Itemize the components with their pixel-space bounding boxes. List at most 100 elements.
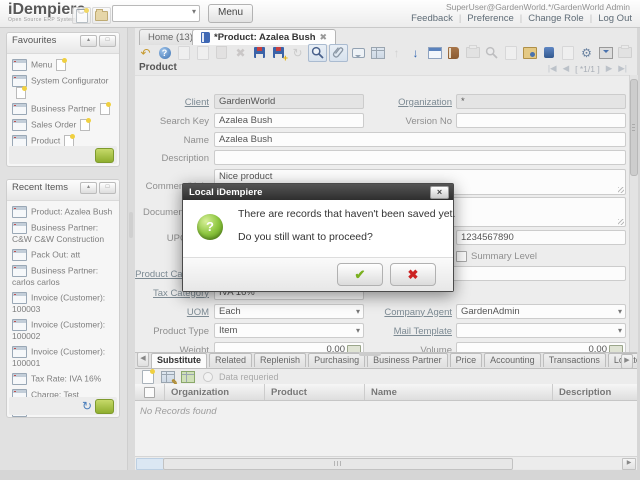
new-record-icon[interactable] xyxy=(16,87,26,99)
uom-label[interactable]: UOM xyxy=(137,306,209,318)
scrollbar-thumb[interactable] xyxy=(163,458,513,470)
scrollbar-thumb[interactable] xyxy=(630,79,638,176)
favourite-item[interactable]: Sales Order xyxy=(9,117,117,133)
detach-panel-icon[interactable]: □ xyxy=(99,182,116,194)
clear-recent-icon[interactable] xyxy=(95,399,114,414)
company-agent-label[interactable]: Company Agent xyxy=(372,306,452,318)
header-link[interactable]: Log Out xyxy=(598,13,632,24)
detail-tab[interactable]: Related xyxy=(209,353,252,367)
recent-item[interactable]: Invoice (Customer): 100002 xyxy=(9,317,117,344)
save-create-icon[interactable]: + xyxy=(270,45,287,61)
detail-tab[interactable]: Transactions xyxy=(543,353,606,367)
chevron-down-icon[interactable]: ▾ xyxy=(356,307,360,317)
search-key-field[interactable]: Azalea Bush xyxy=(214,113,364,128)
company-agent-dropdown[interactable]: GardenAdmin▾ xyxy=(456,304,626,319)
mail-template-dropdown[interactable]: ▾ xyxy=(456,323,626,338)
dialog-close-button[interactable]: × xyxy=(430,186,449,199)
recent-item[interactable]: Tax Rate: IVA 16% xyxy=(9,371,117,387)
recent-item[interactable]: Business Partner: C&W C&W Construction xyxy=(9,220,117,247)
scroll-tabs-right-icon[interactable]: ▶ xyxy=(621,354,633,369)
header-link[interactable]: Change Role xyxy=(528,13,583,24)
cancel-button[interactable]: ✖ xyxy=(390,263,436,286)
new-record-icon[interactable] xyxy=(100,103,110,115)
collapse-panel-icon[interactable]: ▴ xyxy=(80,182,97,194)
report-icon[interactable] xyxy=(445,45,462,61)
scroll-tabs-left-icon[interactable]: ◀ xyxy=(137,352,149,367)
calculator-icon[interactable] xyxy=(347,345,361,352)
delete-favourite-icon[interactable] xyxy=(95,148,114,163)
detail-tab[interactable]: Purchasing xyxy=(308,353,365,367)
new-row-icon[interactable] xyxy=(139,369,156,385)
find-icon[interactable] xyxy=(308,44,327,62)
recent-item[interactable]: Business Partner: carlos carlos xyxy=(9,263,117,290)
undo-icon[interactable]: ↶ xyxy=(137,45,154,61)
tab-product[interactable]: *Product: Azalea Bush ✖ xyxy=(192,29,336,45)
help-icon[interactable]: ? xyxy=(156,45,173,61)
recent-item[interactable]: Pack Out: att xyxy=(9,247,117,263)
resize-handle-icon[interactable] xyxy=(618,219,624,225)
product-type-dropdown[interactable]: Item▾ xyxy=(214,323,364,338)
chat-icon[interactable] xyxy=(350,45,367,61)
detail-tab[interactable]: Price xyxy=(450,353,483,367)
header-link[interactable]: Feedback xyxy=(411,13,453,24)
resize-handle-icon[interactable] xyxy=(618,187,624,193)
chevron-down-icon[interactable]: ▾ xyxy=(618,326,622,336)
calculator-icon[interactable] xyxy=(609,345,623,352)
product-info-icon[interactable] xyxy=(540,45,557,61)
table-horizontal-scrollbar[interactable]: ▶ xyxy=(135,456,637,469)
splitter-grip[interactable] xyxy=(129,212,133,238)
export-icon[interactable] xyxy=(521,45,538,61)
form-scrollbar[interactable] xyxy=(629,75,638,352)
name-field[interactable]: Azalea Bush xyxy=(214,132,626,147)
version-no-field[interactable] xyxy=(456,113,626,128)
weight-field[interactable]: 0.00 xyxy=(214,342,364,352)
summary-level-checkbox[interactable] xyxy=(456,251,467,262)
open-window-icon[interactable] xyxy=(92,7,111,24)
scroll-right-icon[interactable]: ▶ xyxy=(622,458,636,470)
detail-tab[interactable]: Substitute xyxy=(151,353,207,368)
confirm-button[interactable]: ✔ xyxy=(337,263,383,286)
menu-button[interactable]: Menu xyxy=(208,4,253,23)
detail-tab[interactable]: Accounting xyxy=(484,353,541,367)
column-header[interactable]: Description xyxy=(553,384,637,400)
collapse-panel-icon[interactable]: ▴ xyxy=(80,35,97,47)
column-header[interactable]: Name xyxy=(365,384,553,400)
volume-field[interactable]: 0.00 xyxy=(456,342,626,352)
mail-template-label[interactable]: Mail Template xyxy=(372,325,452,337)
chevron-down-icon[interactable]: ▾ xyxy=(618,307,622,317)
detail-splitter-grip[interactable] xyxy=(359,352,381,356)
detach-panel-icon[interactable]: □ xyxy=(99,35,116,47)
process-icon[interactable]: ⚙ xyxy=(578,45,595,61)
customize-grid-icon[interactable] xyxy=(179,369,196,385)
column-header[interactable]: Product xyxy=(265,384,365,400)
new-window-icon[interactable] xyxy=(72,7,91,24)
chevron-down-icon[interactable]: ▾ xyxy=(192,7,196,16)
favourite-item[interactable]: Menu xyxy=(9,57,117,73)
column-header[interactable]: Organization xyxy=(165,384,265,400)
edit-table-icon[interactable]: ✎ xyxy=(159,369,176,385)
new-record-icon[interactable] xyxy=(80,119,90,131)
detail-record-icon[interactable]: ↓ xyxy=(407,45,424,61)
select-all-checkbox[interactable] xyxy=(144,387,155,398)
window-search-combobox[interactable]: ▾ xyxy=(112,5,200,22)
recent-item[interactable]: Invoice (Customer): 100001 xyxy=(9,344,117,371)
organization-label[interactable]: Organization xyxy=(372,96,452,108)
client-label[interactable]: Client xyxy=(137,96,209,108)
form-icon[interactable] xyxy=(426,45,443,61)
detail-tab[interactable]: Replenish xyxy=(254,353,306,367)
description-field[interactable] xyxy=(214,150,626,165)
favourite-item[interactable]: System Configurator xyxy=(9,73,117,101)
uom-dropdown[interactable]: Each▾ xyxy=(214,304,364,319)
refresh-icon[interactable]: ↻ xyxy=(82,400,92,412)
new-record-icon[interactable] xyxy=(56,59,66,71)
sku-field[interactable]: 1234567890 xyxy=(456,230,626,245)
grid-toggle-icon[interactable] xyxy=(369,45,386,61)
recent-item[interactable]: Product: Azalea Bush xyxy=(9,204,117,220)
dialog-titlebar[interactable]: Local iDempiere × xyxy=(183,184,453,200)
archive-icon[interactable] xyxy=(597,45,614,61)
chevron-down-icon[interactable]: ▾ xyxy=(356,326,360,336)
save-icon[interactable] xyxy=(251,45,268,61)
attachment-icon[interactable] xyxy=(329,44,348,62)
close-tab-icon[interactable]: ✖ xyxy=(320,30,328,45)
recent-item[interactable]: Invoice (Customer): 100003 xyxy=(9,290,117,317)
